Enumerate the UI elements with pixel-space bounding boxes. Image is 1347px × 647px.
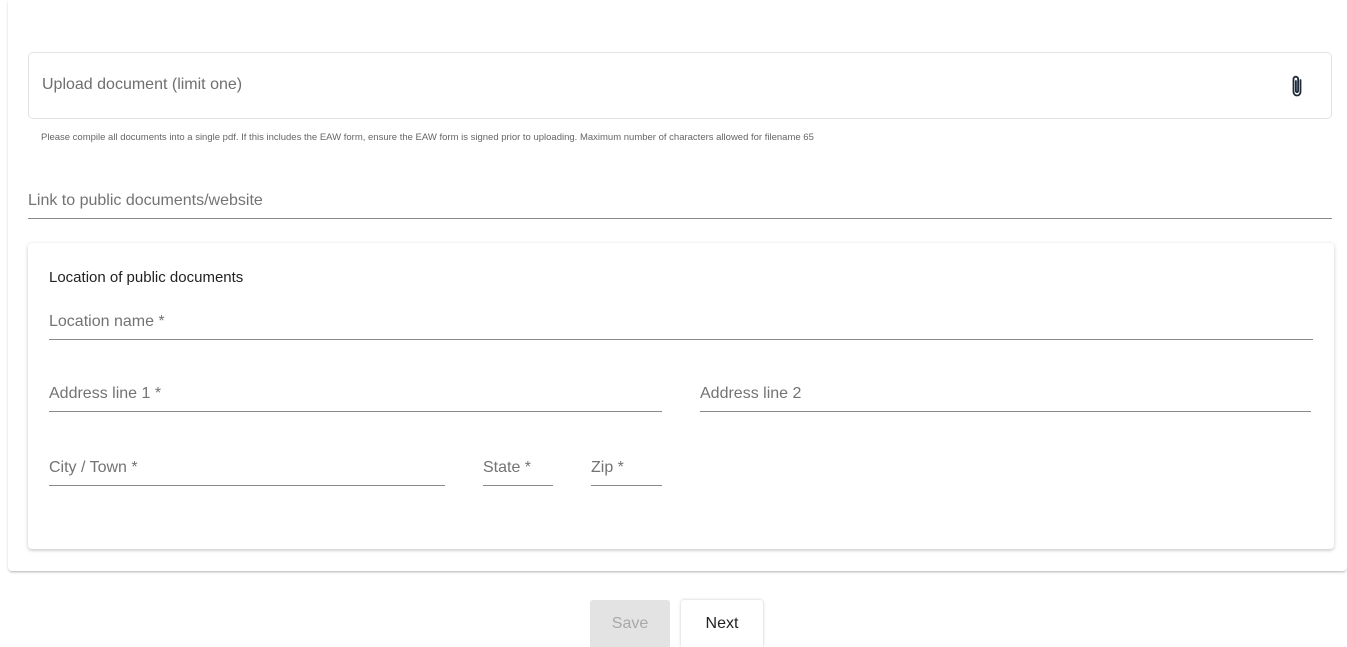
link-to-public-documents-placeholder: Link to public documents/website (28, 192, 263, 209)
city-town-input[interactable]: City / Town * (49, 450, 445, 486)
state-input[interactable]: State * (483, 450, 553, 486)
upload-document-label: Upload document (limit one) (42, 76, 243, 93)
paperclip-icon[interactable] (1289, 73, 1305, 99)
location-section-title: Location of public documents (49, 269, 244, 286)
upload-hint-text: Please compile all documents into a sing… (41, 132, 814, 143)
zip-placeholder: Zip * (591, 459, 624, 476)
location-name-placeholder: Location name * (49, 313, 165, 330)
next-button[interactable]: Next (681, 600, 763, 647)
address-line-2-placeholder: Address line 2 (700, 385, 802, 402)
upload-document-field[interactable]: Upload document (limit one) (28, 52, 1332, 119)
city-town-placeholder: City / Town * (49, 459, 138, 476)
location-name-input[interactable]: Location name * (49, 305, 1313, 340)
state-placeholder: State * (483, 459, 532, 476)
save-button[interactable]: Save (590, 600, 670, 647)
address-line-2-input[interactable]: Address line 2 (700, 377, 1311, 412)
address-line-1-placeholder: Address line 1 * (49, 385, 162, 402)
address-line-1-input[interactable]: Address line 1 * (49, 377, 662, 412)
location-of-public-documents-card: Location of public documents Location na… (28, 243, 1334, 549)
zip-input[interactable]: Zip * (591, 450, 662, 486)
link-to-public-documents-input[interactable]: Link to public documents/website (28, 186, 1332, 219)
